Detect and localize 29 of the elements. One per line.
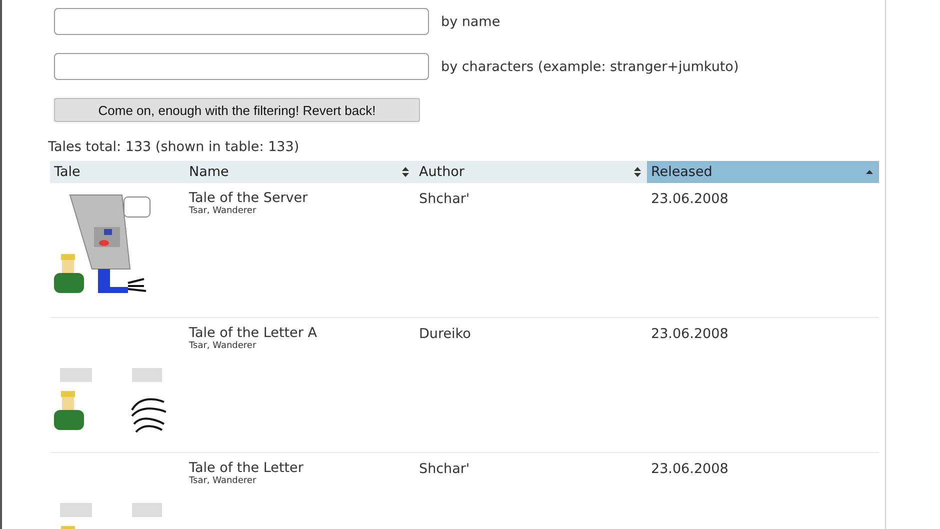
tale-name-link[interactable]: Tale of the Server	[189, 191, 411, 206]
release-date-cell: 23.06.2008	[651, 191, 728, 207]
sort-icon[interactable]	[402, 167, 409, 177]
release-date-cell: 23.06.2008	[651, 326, 728, 342]
filter-label: by name	[441, 14, 500, 30]
column-header[interactable]: Tale	[50, 161, 185, 183]
tale-name-link[interactable]: Tale of the Letter A	[189, 326, 411, 341]
characters-text: Tsar, Wanderer	[189, 476, 258, 486]
tale-name-link[interactable]: Tale of the Letter	[189, 461, 411, 476]
column-header-label: Tale	[54, 164, 80, 180]
tales-total-text: Tales total: 133 (shown in table: 133)	[48, 139, 300, 155]
author-cell: Shchar'	[419, 191, 470, 207]
characters-text: Tsar, Wanderer	[189, 341, 258, 351]
sort-ascending-icon[interactable]	[866, 170, 873, 174]
column-header[interactable]: Released	[647, 161, 879, 183]
column-header-label: Author	[419, 164, 464, 180]
revert-button[interactable]: Come on, enough with the filtering! Revert back!	[54, 98, 420, 122]
author-cell: Dureiko	[419, 326, 471, 342]
column-header-label: Released	[651, 164, 712, 180]
column-header-label: Name	[189, 164, 229, 180]
filter-label: by characters (example: stranger+jumkuto)	[441, 58, 739, 74]
column-header[interactable]: Name	[185, 161, 415, 183]
sort-icon[interactable]	[634, 167, 641, 177]
filter-input[interactable]	[54, 8, 429, 35]
column-header[interactable]: Author	[415, 161, 647, 183]
characters-text: Tsar, Wanderer	[189, 206, 258, 216]
filter-input[interactable]	[54, 53, 429, 80]
release-date-cell: 23.06.2008	[651, 461, 728, 477]
author-cell: Shchar'	[419, 461, 470, 477]
